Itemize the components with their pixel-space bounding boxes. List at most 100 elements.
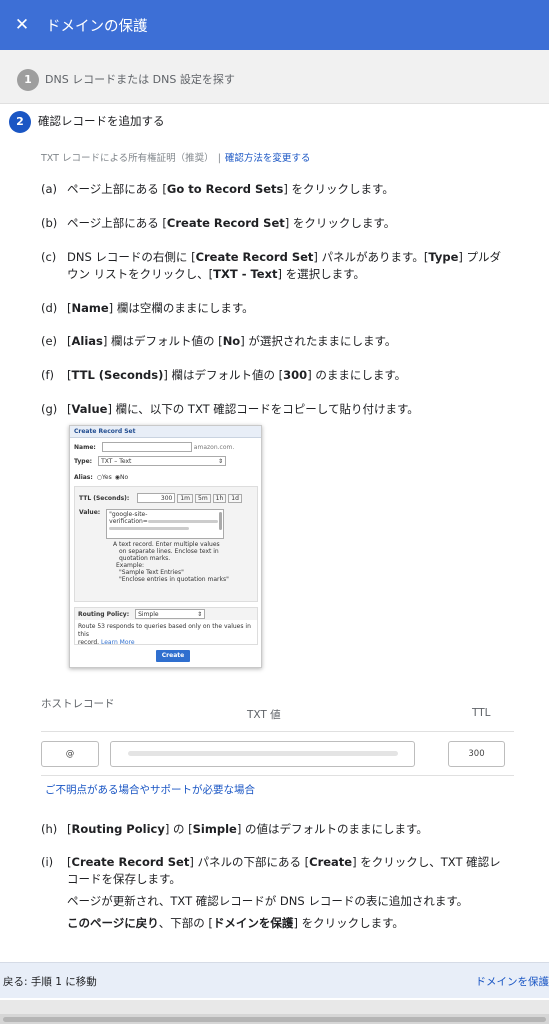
shot-help-5: "Sample Text Entries" — [119, 569, 184, 576]
shot-learn-more: Learn More — [101, 639, 135, 646]
instruction-f-text-3: ] のままにします。 — [307, 368, 407, 382]
shot-value-redacted-2 — [109, 527, 190, 530]
instruction-i-text-2: ] パネルの下部にある [ — [189, 855, 310, 869]
instruction-f: (f) [TTL (Seconds)] 欄はデフォルト値の [300] のままに… — [41, 367, 511, 384]
footer-bar: 戻る: 手順 1 に移動 ドメインを保護 — [0, 962, 549, 998]
method-separator: | — [217, 153, 221, 164]
host-record-field[interactable]: @ — [41, 741, 99, 767]
shot-ttl-5m: 5m — [195, 493, 211, 503]
shot-help-2: on separate lines. Enclose text in — [119, 548, 219, 555]
instruction-c: (c) DNS レコードの右側に [Create Record Set] パネル… — [41, 249, 511, 283]
shot-value-scrollbar — [219, 512, 223, 530]
shot-ttl-1h: 1h — [212, 493, 227, 503]
instruction-f-label: (f) — [41, 368, 55, 382]
instruction-f-bold-2: 300 — [283, 368, 308, 382]
instruction-a-text: ページ上部にある [ — [67, 182, 167, 196]
instruction-g-label: (g) — [41, 402, 58, 416]
instruction-h: (h) [Routing Policy] の [Simple] の値はデフォルト… — [41, 821, 511, 838]
instruction-e-text-2: ] 欄はデフォルト値の [ — [102, 334, 223, 348]
instruction-b-bold: Create Record Set — [166, 216, 285, 230]
instruction-c-text-1: DNS レコードの右側に [ — [67, 250, 196, 264]
step-1[interactable]: 1 DNS レコードまたは DNS 設定を探す — [0, 50, 549, 104]
shot-ttl-1d: 1d — [228, 493, 242, 503]
instruction-d-text-end: ] 欄は空欄のままにします。 — [108, 301, 254, 315]
instruction-h-text-2: ] の [ — [164, 822, 193, 836]
shot-create-button: Create — [156, 650, 190, 662]
shot-type-label: Type: — [74, 457, 93, 465]
shot-ttl-1m: 1m — [177, 493, 193, 503]
shot-type-select: TXT – Text ⇕ — [98, 456, 227, 466]
shot-value-line-2: verification= — [109, 518, 148, 525]
instruction-d-label: (d) — [41, 301, 58, 315]
instruction-a-label: (a) — [41, 182, 58, 196]
instruction-e-bold-2: No — [222, 334, 241, 348]
shot-ttl-section: TTL (Seconds): 300 1m 5m 1h 1d Value: "g… — [74, 486, 258, 602]
change-method-link[interactable]: 確認方法を変更する — [225, 153, 311, 164]
protect-domain-button[interactable]: ドメインを保護 — [476, 974, 549, 989]
instruction-h-label: (h) — [41, 822, 58, 836]
instruction-a: (a) ページ上部にある [Go to Record Sets] をクリックしま… — [41, 181, 511, 198]
step-2-label: 確認レコードを追加する — [38, 114, 165, 128]
instruction-b: (b) ページ上部にある [Create Record Set] をクリックしま… — [41, 215, 511, 232]
shot-routing-label: Routing Policy: — [78, 610, 130, 618]
shot-value-line-1: "google-site- — [109, 511, 148, 518]
shot-routing-arrow-icon: ⇕ — [197, 611, 203, 618]
help-support-link[interactable]: ご不明点がある場合やサポートが必要な場合 — [45, 782, 255, 797]
shot-title: Create Record Set — [70, 426, 261, 438]
instruction-i-para-3-bold-2: ドメインを保護 — [212, 916, 294, 930]
instruction-h-bold-2: Simple — [192, 822, 237, 836]
shot-alias-label: Alias: — [74, 474, 93, 481]
instruction-c-text-4: ] を選択します。 — [277, 267, 366, 281]
shot-type-value: TXT – Text — [101, 458, 132, 465]
shot-alias-no: No — [119, 474, 129, 481]
verification-method: TXT レコードによる所有権証明（推奨） | 確認方法を変更する — [41, 150, 310, 164]
shot-routing-section: Routing Policy: Simple ⇕ Route 53 respond… — [74, 607, 258, 646]
shot-select-arrow-icon: ⇕ — [218, 458, 224, 465]
shot-routing-desc-1: Route 53 responds to queries based only … — [78, 623, 251, 638]
instruction-e-bold-1: Alias — [71, 334, 103, 348]
txt-value-field[interactable] — [110, 741, 415, 767]
instruction-d-bold: Name — [71, 301, 109, 315]
shot-domain-suffix: amazon.com. — [193, 443, 235, 451]
instruction-f-bold-1: TTL (Seconds) — [71, 368, 164, 382]
shot-help-6: "Enclose entries in quotation marks" — [119, 576, 229, 583]
instruction-i-para-3-end: ] をクリックします。 — [293, 916, 404, 930]
shot-name-field — [101, 442, 192, 452]
ttl-field[interactable]: 300 — [448, 741, 505, 767]
instruction-i-para-3-bold: このページに戻り — [67, 916, 159, 930]
scrollbar-thumb[interactable] — [3, 1017, 546, 1022]
shot-alias-yes: Yes — [102, 474, 112, 481]
shot-ttl-label: TTL (Seconds): — [79, 494, 130, 502]
instruction-c-bold-3: TXT - Text — [213, 267, 278, 281]
instruction-g-text-end: ] 欄に、以下の TXT 確認コードをコピーして貼り付けます。 — [107, 402, 419, 416]
txt-value-redacted — [127, 751, 398, 756]
shot-value-help: A text record. Enter multiple values on … — [113, 541, 229, 583]
shot-routing-desc-2: record. — [78, 639, 100, 646]
shot-help-1: A text record. Enter multiple values — [113, 541, 220, 548]
instruction-d: (d) [Name] 欄は空欄のままにします。 — [41, 300, 511, 317]
step-1-number: 1 — [17, 69, 39, 91]
back-button[interactable]: 戻る: 手順 1 に移動 — [3, 974, 97, 989]
header-bar: ✕ ドメインの保護 — [0, 0, 549, 50]
shot-routing-select: Simple ⇕ — [135, 609, 206, 619]
instruction-h-bold-1: Routing Policy — [71, 822, 165, 836]
instruction-i-para-2: ページが更新され、TXT 確認レコードが DNS レコードの表に追加されます。 — [67, 894, 469, 908]
instruction-h-text-3: ] の値はデフォルトのままにします。 — [236, 822, 428, 836]
instruction-c-bold-1: Create Record Set — [195, 250, 314, 264]
instruction-i-label: (i) — [41, 855, 54, 869]
step-1-label: DNS レコードまたは DNS 設定を探す — [45, 73, 235, 86]
instruction-c-text-2: ] パネルがあります。[ — [313, 250, 429, 264]
page-title: ドメインの保護 — [46, 18, 148, 35]
table-divider-top — [41, 731, 514, 732]
instruction-b-text: ページ上部にある [ — [67, 216, 167, 230]
instruction-g-bold: Value — [71, 402, 108, 416]
instruction-i-para-3: 、下部の [ — [158, 916, 213, 930]
horizontal-scrollbar[interactable] — [0, 1014, 549, 1024]
create-record-set-screenshot: Create Record Set Name: amazon.com. Type… — [69, 425, 262, 668]
instruction-b-label: (b) — [41, 216, 58, 230]
col-txt-value: TXT 値 — [247, 709, 281, 721]
step-2-number: 2 — [9, 111, 31, 133]
close-icon[interactable]: ✕ — [12, 15, 32, 35]
instruction-e-text-3: ] が選択されたままにします。 — [240, 334, 397, 348]
instruction-a-bold: Go to Record Sets — [166, 182, 284, 196]
